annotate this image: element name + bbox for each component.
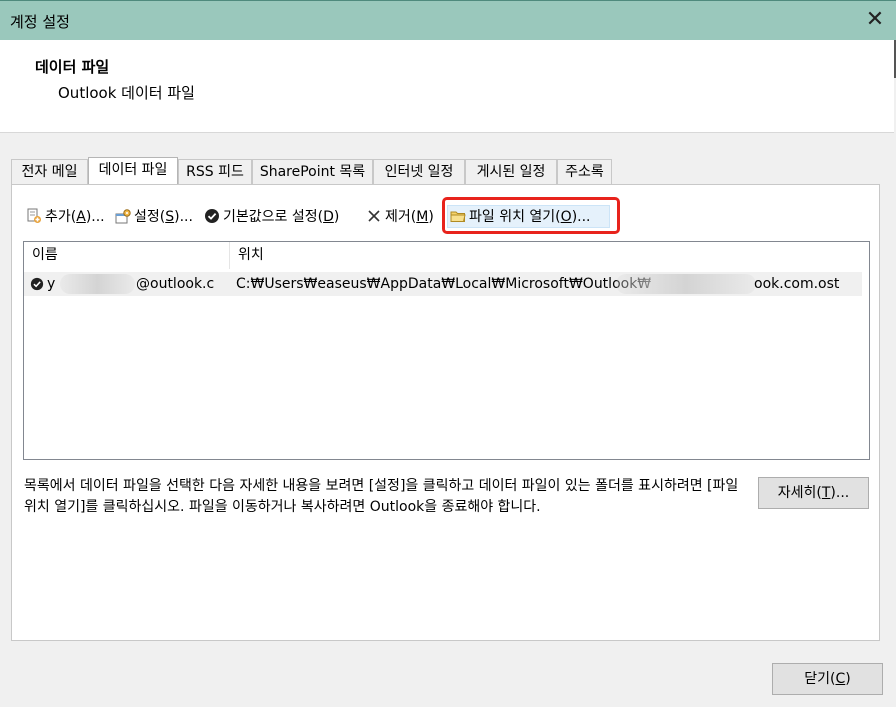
close-window-button[interactable]: ✕ [862, 7, 888, 33]
row-name-end: @outlook.c [136, 276, 215, 292]
set-default-access-key: D [323, 209, 334, 225]
row-location-start: C:₩Users₩easeus₩AppData₩Local₩Microsoft₩… [236, 276, 652, 292]
tab-data-files[interactable]: 데이터 파일 [88, 157, 178, 184]
header-subtitle: Outlook 데이터 파일 [58, 84, 195, 102]
remove-button[interactable]: 제거(M) [366, 206, 434, 228]
row-location-end: ook.com.ost [754, 276, 840, 292]
tab-email[interactable]: 전자 메일 [11, 159, 88, 184]
settings-label-tail: )... [174, 209, 193, 225]
set-default-button[interactable]: 기본값으로 설정(D) [204, 206, 339, 228]
tab-published-calendars[interactable]: 게시된 일정 [465, 159, 557, 184]
redacted-blur [616, 274, 756, 294]
remove-access-key: M [416, 209, 429, 225]
close-button[interactable]: 닫기(C) [772, 663, 883, 695]
add-access-key: A [76, 209, 86, 225]
window-title: 계정 설정 [10, 13, 70, 31]
set-default-label-tail: ) [333, 209, 340, 225]
details-button[interactable]: 자세히(T)... [758, 477, 869, 509]
tab-address-books[interactable]: 주소록 [557, 159, 612, 184]
settings-button[interactable]: 설정(S)... [115, 206, 193, 228]
tab-sharepoint-lists[interactable]: SharePoint 목록 [252, 159, 373, 184]
default-check-icon [30, 277, 44, 291]
tab-internet-calendars[interactable]: 인터넷 일정 [373, 159, 465, 184]
add-label: 추가( [45, 209, 77, 225]
x-icon [368, 210, 380, 222]
close-label-tail: ) [845, 671, 851, 687]
close-label: 닫기( [804, 671, 836, 687]
add-label-tail: )... [85, 209, 105, 225]
check-circle-icon [205, 209, 219, 223]
highlight-box [442, 197, 620, 234]
remove-label-tail: ) [428, 209, 434, 225]
tab-rss-feeds[interactable]: RSS 피드 [178, 159, 252, 184]
table-row[interactable]: y @outlook.c C:₩Users₩easeus₩AppData₩Loc… [24, 272, 862, 296]
description-text: 목록에서 데이터 파일을 선택한 다음 자세한 내용을 보려면 [설정]을 클릭… [24, 478, 739, 515]
dialog-header: 데이터 파일 Outlook 데이터 파일 [0, 40, 894, 133]
header-title: 데이터 파일 [35, 58, 110, 76]
add-data-file-icon [27, 208, 41, 223]
settings-label: 설정( [134, 209, 166, 225]
column-header-name[interactable]: 이름 [24, 242, 229, 269]
row-name-start: y [47, 276, 56, 292]
remove-label: 제거( [385, 209, 417, 225]
title-bar: 계정 설정 ✕ [0, 0, 896, 40]
close-access-key: C [835, 671, 846, 687]
settings-access-key: S [165, 209, 175, 225]
redacted-blur [60, 274, 135, 294]
set-default-label: 기본값으로 설정( [223, 209, 324, 225]
details-label: 자세히( [777, 485, 822, 501]
details-label-tail: )... [830, 485, 850, 501]
data-file-list[interactable]: 이름 위치 y @outlook.c C:₩Users₩easeus₩AppDa… [23, 241, 870, 460]
column-header-location[interactable]: 위치 [230, 242, 860, 269]
settings-icon [115, 209, 131, 224]
add-button[interactable]: 추가(A)... [26, 206, 105, 228]
